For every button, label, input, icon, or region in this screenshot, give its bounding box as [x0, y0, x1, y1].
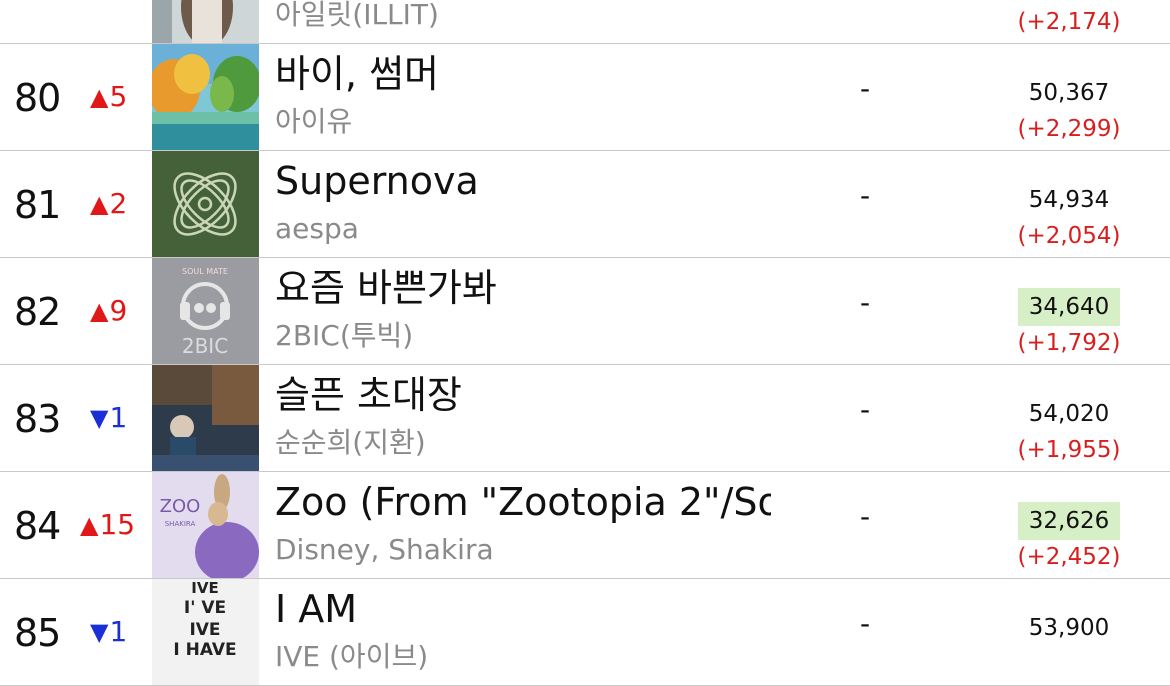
- song-title: I AM: [275, 587, 358, 631]
- play-delta: (+2,299): [1017, 116, 1121, 142]
- play-count: 34,640: [1018, 288, 1120, 326]
- rank-number: 82: [14, 290, 61, 334]
- album-art-text: I' VE: [184, 598, 226, 618]
- arrow-up-icon: ▲: [90, 190, 109, 218]
- song-title: Supernova: [275, 159, 479, 203]
- rank-change: ▼1: [90, 401, 127, 435]
- album-art-text: IVE: [191, 579, 218, 597]
- previous-rank: -: [860, 286, 871, 319]
- album-art: [152, 151, 259, 257]
- play-count: 32,626: [1018, 502, 1120, 540]
- rank-change-value: 9: [109, 294, 128, 327]
- play-count: 54,934: [1028, 187, 1110, 213]
- rank-change-value: 1: [109, 401, 128, 434]
- rank-change: ▲2: [90, 187, 127, 221]
- artist-name: 아이유: [275, 105, 353, 138]
- play-delta: (+2,174): [1017, 9, 1121, 35]
- album-art-text: IVE: [189, 620, 220, 640]
- previous-rank: -: [860, 500, 871, 533]
- chart-row[interactable]: 80 ▲5 바이, 썸머 아이유 - 50,367 (+2,299): [0, 44, 1170, 151]
- rank-change: ▼1: [90, 615, 127, 649]
- previous-rank: -: [860, 72, 871, 105]
- chart-row[interactable]: 84 ▲15 ZOO SHAKIRA Zoo (From "Zootopia 2…: [0, 472, 1170, 579]
- arrow-up-icon: ▲: [90, 297, 109, 325]
- play-delta: (+2,452): [1017, 544, 1121, 570]
- song-title: 바이, 썸머: [275, 52, 439, 96]
- chart-row[interactable]: 아일릿(ILLIT) (+2,174): [0, 0, 1170, 44]
- arrow-down-icon: ▼: [90, 404, 109, 432]
- artist-name: Disney, Shakira: [275, 533, 494, 566]
- album-art-text: 2BIC: [182, 334, 228, 358]
- play-delta: (+1,955): [1017, 437, 1121, 463]
- chart-row[interactable]: 83 ▼1 슬픈 초대장 순순희(지환) - 54,020 (+1,955): [0, 365, 1170, 472]
- chart-row[interactable]: 81 ▲2 Supernova aespa - 54,934 (+2,054): [0, 151, 1170, 258]
- artist-name: 2BIC(투빅): [275, 319, 414, 352]
- rank-change-value: 2: [109, 187, 128, 220]
- previous-rank: -: [860, 393, 871, 426]
- rank-change: ▲15: [80, 508, 135, 542]
- play-count: 53,900: [1028, 615, 1110, 641]
- album-art-text: SHAKIRA: [165, 520, 196, 528]
- rank-change-value: 15: [99, 508, 136, 541]
- album-art: SOUL MATE 2BIC: [152, 258, 259, 364]
- rank-change-value: 1: [109, 615, 128, 648]
- chart-row[interactable]: 85 ▼1 IVE I' VE IVE I HAVE I AM IVE (아이브…: [0, 579, 1170, 686]
- song-title: Zoo (From "Zootopia 2"/Soundtrack Versio…: [275, 480, 771, 524]
- song-title: 슬픈 초대장: [275, 373, 462, 417]
- artist-name: aespa: [275, 212, 359, 245]
- rank-change: ▲5: [90, 80, 127, 114]
- artist-name: IVE (아이브): [275, 640, 429, 673]
- rank-change-value: 5: [109, 80, 128, 113]
- previous-rank: -: [860, 179, 871, 212]
- artist-name: 아일릿(ILLIT): [275, 0, 439, 31]
- rank-change: ▲9: [90, 294, 127, 328]
- chart-row[interactable]: 82 ▲9 SOUL MATE 2BIC 요즘 바쁜가봐 2BIC(투빅) - …: [0, 258, 1170, 365]
- album-art: ZOO SHAKIRA: [152, 472, 259, 578]
- album-art: [152, 0, 259, 43]
- album-art-text: I HAVE: [173, 640, 236, 660]
- album-art: [152, 365, 259, 471]
- arrow-up-icon: ▲: [80, 511, 99, 539]
- play-count: 54,020: [1028, 401, 1110, 427]
- album-art: [152, 44, 259, 150]
- rank-number: 80: [14, 76, 61, 120]
- arrow-up-icon: ▲: [90, 83, 109, 111]
- rank-number: 85: [14, 611, 61, 655]
- play-delta: (+2,054): [1017, 223, 1121, 249]
- rank-number: 81: [14, 183, 61, 227]
- artist-name: 순순희(지환): [275, 426, 426, 459]
- album-art: IVE I' VE IVE I HAVE: [152, 579, 259, 685]
- previous-rank: -: [860, 607, 871, 640]
- play-count: 50,367: [1028, 80, 1110, 106]
- song-title: 요즘 바쁜가봐: [275, 266, 497, 310]
- rank-number: 83: [14, 397, 61, 441]
- rank-number: 84: [14, 504, 61, 548]
- album-art-text: ZOO: [160, 496, 201, 517]
- play-delta: (+1,792): [1017, 330, 1121, 356]
- arrow-down-icon: ▼: [90, 618, 109, 646]
- chart-list: 아일릿(ILLIT) (+2,174) 80 ▲5 바이, 썸머 아이유 - 5…: [0, 0, 1170, 686]
- album-art-text: SOUL MATE: [182, 267, 228, 276]
